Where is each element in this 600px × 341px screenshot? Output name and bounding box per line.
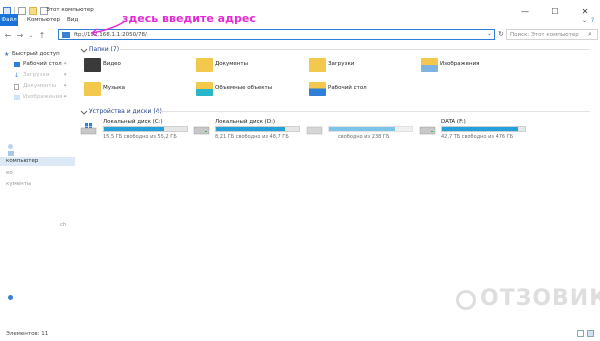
folder-label: Рабочий стол [328,85,367,91]
pin-icon[interactable]: ✦ [63,61,67,67]
watermark-logo-icon [456,290,476,310]
folder-video[interactable] [84,58,101,72]
drive-free-space: 8,21 ГБ свободно из 48,7 ГБ [215,134,289,140]
folder-music[interactable] [84,82,101,96]
tab-file[interactable]: Файл [0,14,18,26]
status-item-count: Элементов: 11 [6,331,49,337]
sidebar-item-quick-access[interactable]: Быстрый доступ [12,51,60,57]
drive-free-space: свободно из 238 ГБ [338,134,390,140]
drive-usage-fill [216,127,285,131]
search-input[interactable]: Поиск: Этот компьютер [506,29,598,40]
music-folder-icon [84,82,101,96]
hard-drive-icon [306,126,323,135]
sidebar-item-this-pc[interactable]: компьютер [6,158,38,164]
drive-usage-bar [441,126,526,132]
drive-d[interactable] [193,123,210,137]
folder-label: Документы [215,61,248,67]
folder-label: Объемные объекты [215,85,273,91]
star-icon: ★ [4,51,10,58]
drive-e[interactable] [306,123,323,137]
documents-icon [14,84,19,90]
chevron-down-icon[interactable] [80,109,88,117]
help-icon[interactable]: ? [591,17,594,24]
video-folder-icon [84,58,101,72]
forward-arrow-icon[interactable]: → [15,30,25,40]
drive-usage-fill [442,127,518,131]
tab-computer[interactable]: Компьютер [27,17,60,23]
onedrive-icon [8,144,13,149]
window-title: Этот компьютер [46,7,94,13]
annotation-text: здесь введите адрес [122,12,256,25]
folder-label: Изображения [440,61,480,67]
search-icon[interactable]: ⌕ [588,30,592,39]
drive-f[interactable] [419,123,436,137]
folder-label: Видео [103,61,121,67]
drive-free-space: 15,5 ГБ свободно из 55,2 ГБ [103,134,177,140]
folder-label: Музыка [103,85,125,91]
drive-label: Локальный диск (D:) [215,119,276,125]
3d-objects-folder-icon [196,82,213,96]
watermark-text: ОТЗОВИК [480,286,600,311]
folder-pictures[interactable] [421,58,438,72]
large-icons-view-icon[interactable] [587,330,594,337]
folder-label: Загрузки [328,61,355,67]
pin-icon[interactable]: ✦ [63,94,67,100]
folder-documents[interactable] [196,58,213,72]
download-icon: ↓ [14,72,20,79]
drive-usage-fill [104,127,164,131]
chevron-down-icon[interactable] [80,47,88,55]
this-pc-icon [8,151,14,156]
group-divider [157,111,590,112]
network-icon [8,295,13,300]
hard-drive-icon [193,126,210,135]
drive-free-space: 42,7 ТБ свободно из 476 ГБ [441,134,514,140]
annotation-arrow-icon [91,21,125,37]
sidebar-item-desktop[interactable]: Рабочий стол [23,61,62,67]
drive-usage-bar [103,126,188,132]
drive-usage-bar [215,126,300,132]
sidebar-item-pictures[interactable]: Изображения [23,94,62,100]
folder-downloads[interactable] [309,58,326,72]
folder-desktop[interactable] [309,82,326,96]
pictures-icon [14,95,20,100]
drive-label: DATA (F:) [441,119,466,125]
sidebar-item-documents[interactable]: Документы [23,83,56,89]
pictures-folder-icon [421,58,438,72]
details-view-icon[interactable] [577,330,584,337]
chevron-down-icon[interactable]: ⌄ [582,17,587,24]
documents-folder-icon [196,58,213,72]
view-switcher [577,330,594,337]
computer-icon [62,32,70,38]
drive-label: Локальный диск (C:) [103,119,163,125]
drive-c[interactable] [80,123,97,137]
navigation-pane: ★ Быстрый доступ Рабочий стол ✦ ↓ Загруз… [0,48,75,333]
hard-drive-icon [419,126,436,135]
desktop-icon [14,62,20,67]
up-arrow-icon[interactable]: ↑ [37,30,47,40]
folder-3d-objects[interactable] [196,82,213,96]
desktop-folder-icon [309,82,326,96]
folders-group-header[interactable]: Папки (7) [89,46,119,53]
sidebar-item-downloads[interactable]: Загрузки [23,72,49,78]
address-dropdown-icon[interactable]: ⌄ [487,30,492,37]
tab-view[interactable]: Вид [67,17,78,23]
pin-icon[interactable]: ✦ [63,72,67,78]
sidebar-item-documents-pc[interactable]: кументы [6,181,31,187]
sidebar-item-other[interactable]: ch [60,222,67,228]
drives-group-header[interactable]: Устройства и диски (4) [89,108,162,115]
downloads-folder-icon [309,58,326,72]
drive-usage-bar [328,126,413,132]
back-arrow-icon[interactable]: ← [3,30,13,40]
windows-drive-icon [80,123,97,135]
drive-usage-fill [329,127,396,131]
pin-icon[interactable]: ✦ [63,83,67,89]
recent-dropdown-icon[interactable]: ⌄ [26,30,36,40]
refresh-icon[interactable]: ↻ [498,30,504,38]
sidebar-item-video[interactable]: ео [6,170,13,176]
group-divider [120,49,590,50]
